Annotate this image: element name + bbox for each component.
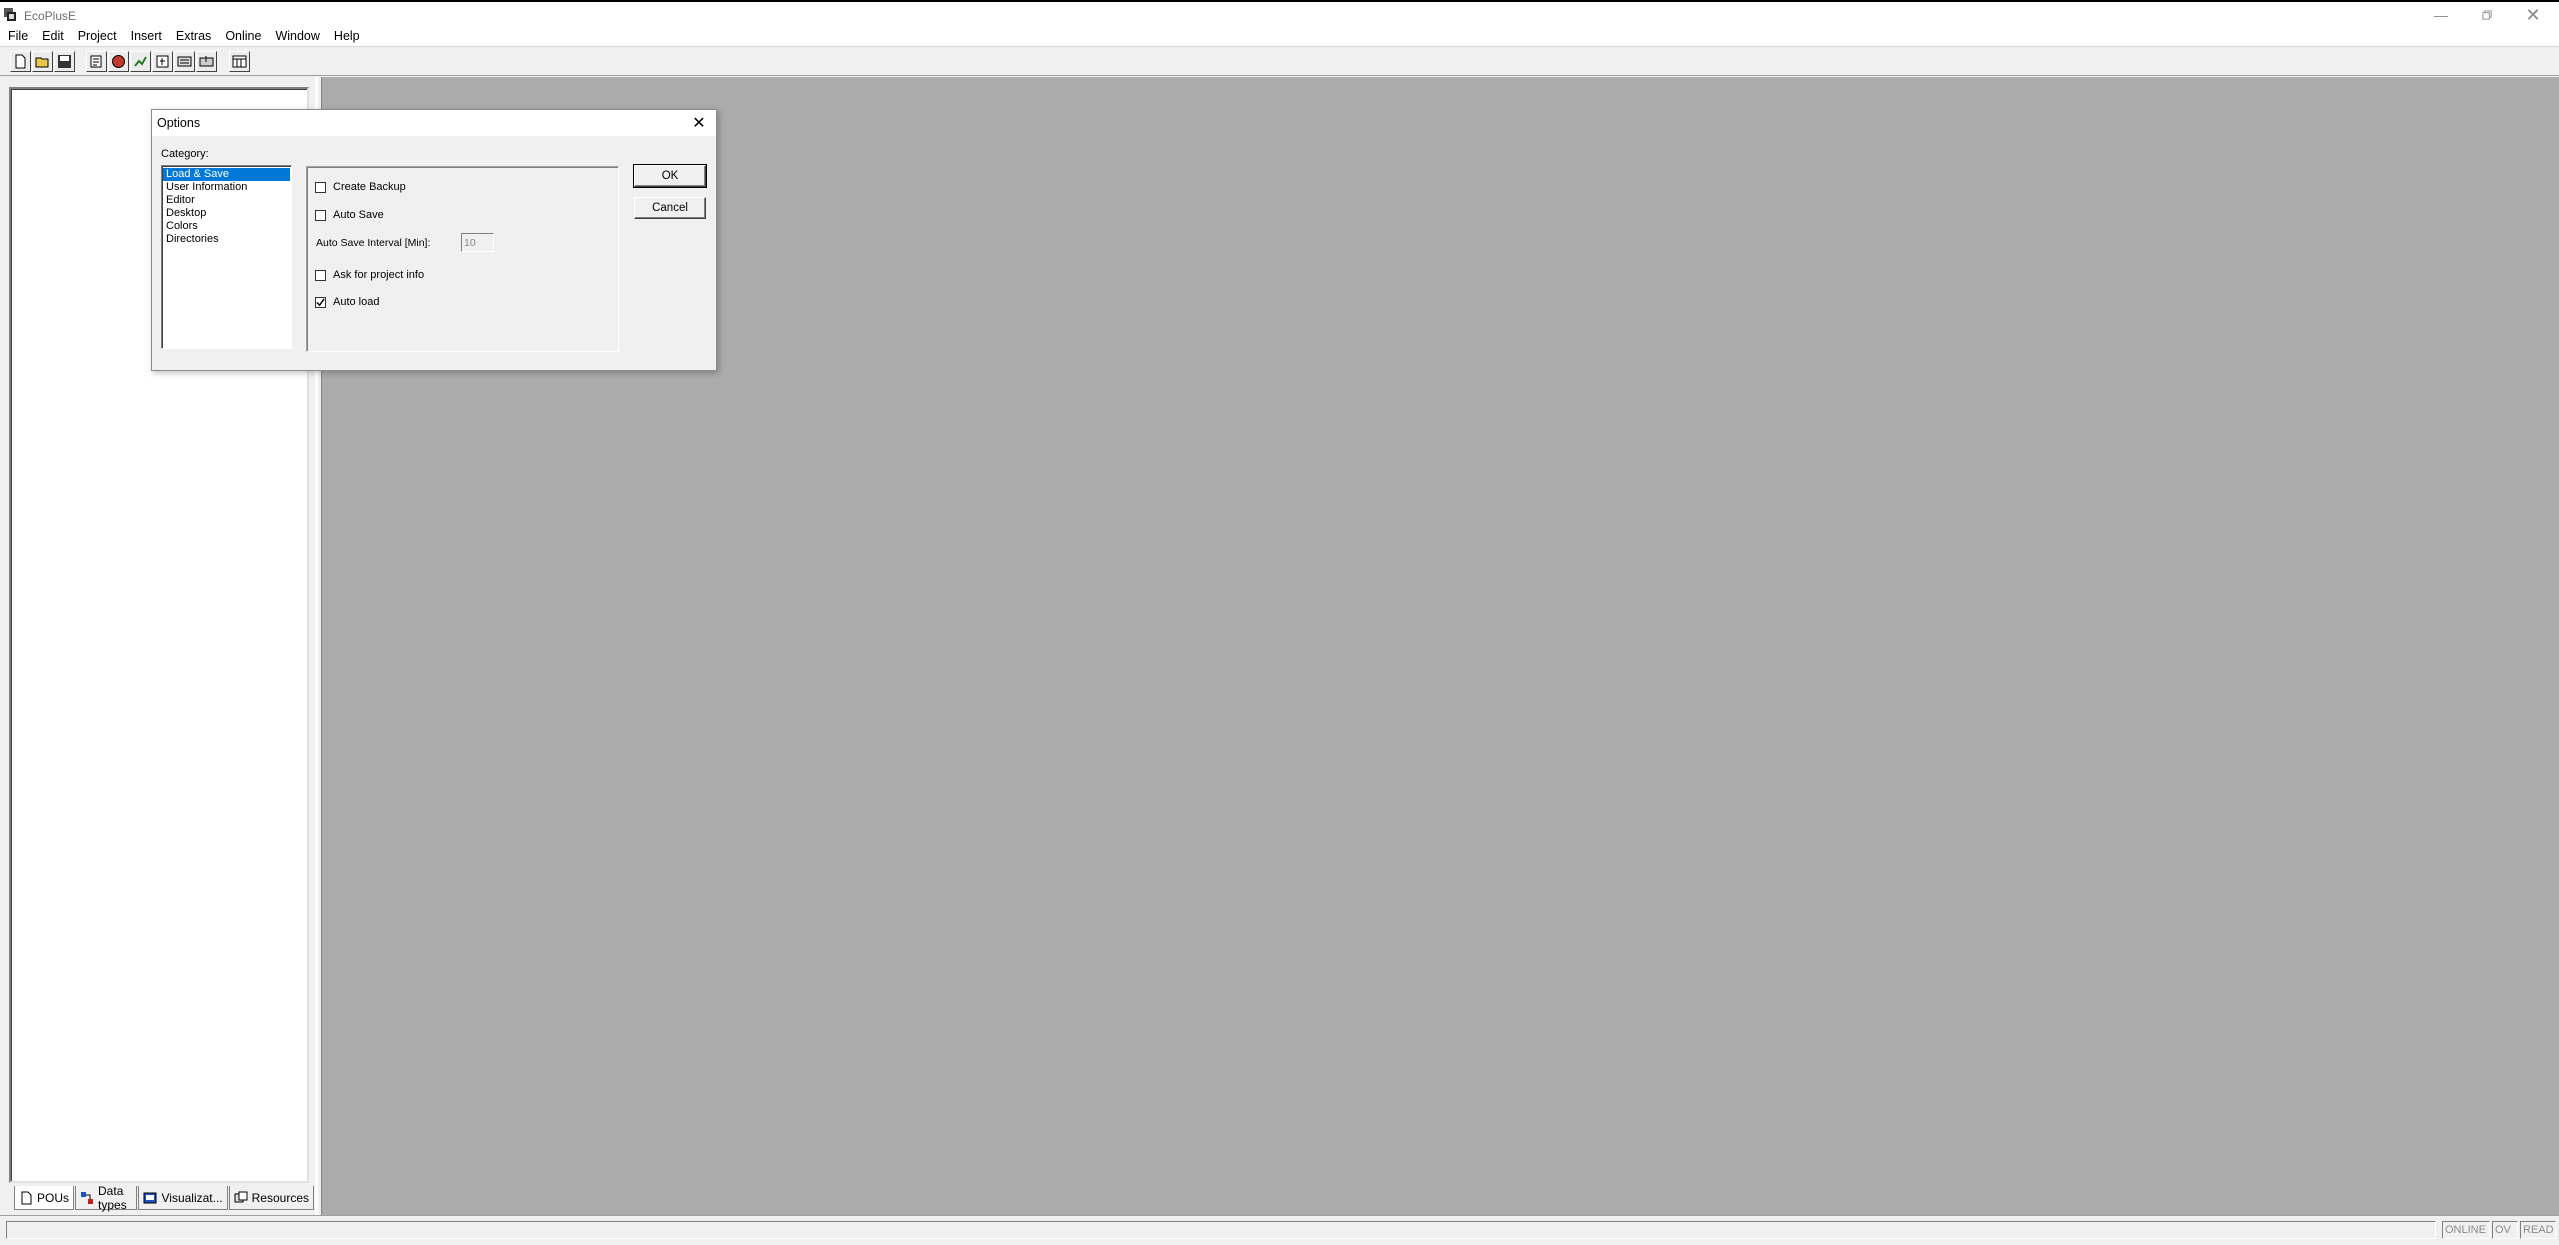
checkmark-icon	[316, 297, 325, 306]
step-icon	[156, 55, 169, 68]
status-bar: ONLINE OV READ	[0, 1215, 2559, 1245]
login-button[interactable]	[86, 51, 107, 72]
watch-button[interactable]	[229, 51, 250, 72]
menu-window[interactable]: Window	[275, 29, 319, 43]
menu-edit[interactable]: Edit	[42, 29, 64, 43]
menu-online[interactable]: Online	[225, 29, 261, 43]
watch-icon	[232, 55, 247, 68]
category-editor[interactable]: Editor	[163, 194, 290, 207]
stop-icon	[112, 55, 125, 68]
upload-icon	[199, 56, 214, 67]
open-file-button[interactable]	[32, 51, 53, 72]
tab-visualization-label: Visualizat...	[161, 1190, 223, 1205]
tab-data-types-label: Data types	[98, 1183, 127, 1212]
resources-icon	[234, 1191, 248, 1205]
new-file-icon	[15, 54, 26, 69]
auto-save-label: Auto Save	[333, 209, 384, 221]
auto-save-interval-input[interactable]	[461, 233, 494, 252]
close-icon: ✕	[692, 115, 706, 132]
category-list[interactable]: Load & Save User Information Editor Desk…	[161, 165, 292, 349]
download-icon	[177, 56, 192, 67]
auto-save-checkbox[interactable]: Auto Save	[315, 209, 384, 221]
menu-project[interactable]: Project	[78, 29, 117, 43]
toolbar	[0, 46, 2559, 76]
category-colors[interactable]: Colors	[163, 220, 290, 233]
run-icon	[134, 56, 147, 67]
title-bar: EcoPlusE — ✕	[0, 0, 2559, 26]
category-desktop[interactable]: Desktop	[163, 207, 290, 220]
tab-visualization[interactable]: Visualizat...	[138, 1186, 228, 1210]
status-online: ONLINE	[2442, 1221, 2490, 1239]
ask-project-info-label: Ask for project info	[333, 269, 425, 281]
upload-button[interactable]	[196, 51, 217, 72]
menu-extras[interactable]: Extras	[176, 29, 211, 43]
pou-icon	[19, 1191, 33, 1205]
create-backup-label: Create Backup	[333, 181, 406, 193]
app-icon	[3, 7, 19, 23]
status-read: READ	[2520, 1221, 2556, 1239]
cancel-button[interactable]: Cancel	[634, 197, 706, 219]
menu-insert[interactable]: Insert	[131, 29, 162, 43]
auto-save-interval-label: Auto Save Interval [Min]:	[316, 237, 431, 249]
ok-button[interactable]: OK	[633, 164, 707, 188]
window-title: EcoPlusE	[24, 9, 77, 23]
run-button[interactable]	[130, 51, 151, 72]
auto-save-box[interactable]	[315, 209, 326, 221]
close-button[interactable]: ✕	[2510, 4, 2556, 26]
new-file-button[interactable]	[10, 51, 31, 72]
minimize-icon: —	[2434, 7, 2448, 23]
login-icon	[90, 55, 102, 68]
close-icon: ✕	[2525, 4, 2541, 25]
category-user-information[interactable]: User Information	[163, 181, 290, 194]
restore-icon	[2481, 9, 2492, 20]
restore-button[interactable]	[2464, 4, 2510, 26]
tab-pous[interactable]: POUs	[14, 1186, 75, 1210]
data-types-icon	[80, 1191, 94, 1205]
tab-pous-label: POUs	[37, 1190, 70, 1205]
category-label: Category:	[161, 148, 209, 160]
dialog-title: Options	[157, 116, 201, 130]
download-button[interactable]	[174, 51, 195, 72]
open-file-icon	[35, 57, 49, 68]
save-button[interactable]	[54, 51, 75, 72]
minimize-button[interactable]: —	[2418, 4, 2464, 26]
menu-help[interactable]: Help	[334, 29, 360, 43]
ask-project-info-box[interactable]	[315, 269, 326, 281]
stop-button[interactable]	[108, 51, 129, 72]
menu-file[interactable]: File	[8, 29, 28, 43]
auto-load-label: Auto load	[333, 296, 380, 308]
step-button[interactable]	[152, 51, 173, 72]
create-backup-box[interactable]	[315, 181, 326, 193]
dialog-title-bar: Options ✕	[152, 110, 716, 136]
auto-load-checkbox[interactable]: Auto load	[315, 296, 379, 308]
organizer-tabs: POUs Data types Visualizat... Resources	[14, 1183, 315, 1212]
status-message-field	[6, 1221, 2436, 1239]
tab-resources-label: Resources	[251, 1190, 309, 1205]
settings-group-box	[306, 166, 619, 352]
options-dialog: Options ✕ Category: Load & Save User Inf…	[151, 109, 717, 371]
dialog-close-button[interactable]: ✕	[684, 111, 714, 135]
status-overwrite: OV	[2492, 1221, 2518, 1239]
create-backup-checkbox[interactable]: Create Backup	[315, 181, 406, 193]
save-icon	[58, 55, 71, 68]
tab-resources[interactable]: Resources	[228, 1186, 314, 1210]
auto-load-box[interactable]	[315, 296, 326, 308]
visualization-icon	[143, 1191, 157, 1205]
menu-bar: File Edit Project Insert Extras Online W…	[0, 26, 2559, 46]
tab-data-types[interactable]: Data types	[75, 1183, 138, 1212]
ask-project-info-checkbox[interactable]: Ask for project info	[315, 269, 424, 281]
category-directories[interactable]: Directories	[163, 233, 290, 246]
category-load-save[interactable]: Load & Save	[163, 168, 290, 181]
